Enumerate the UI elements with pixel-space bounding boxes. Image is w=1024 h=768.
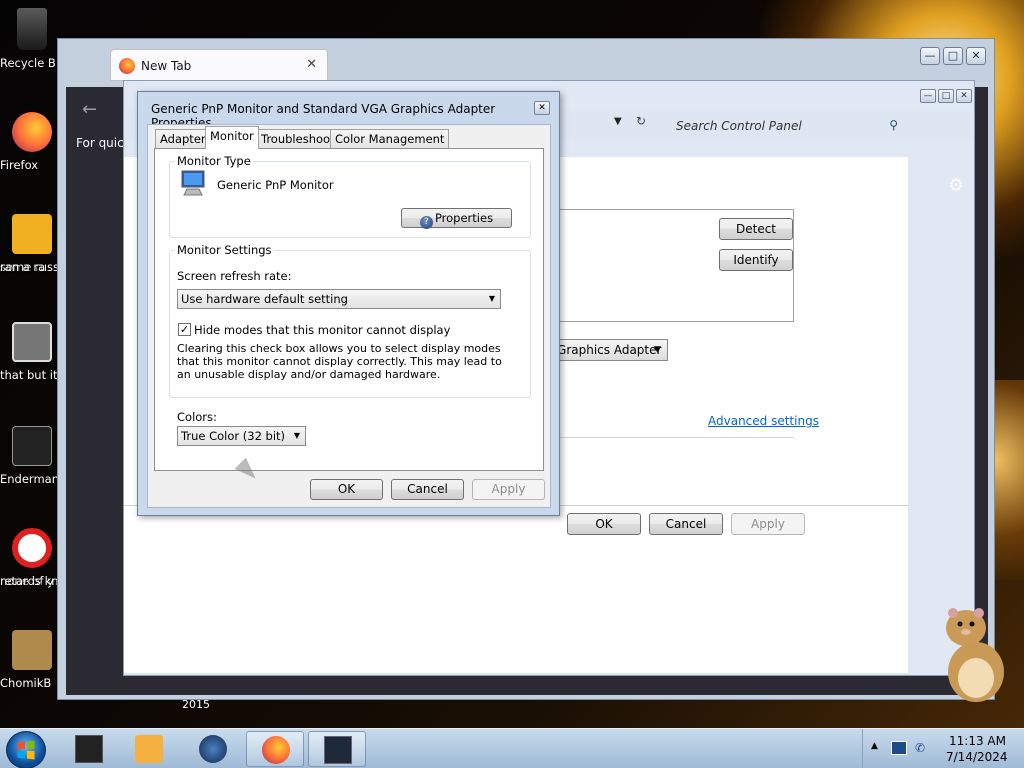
desktop-icon-label: Firefox — [0, 158, 39, 172]
cp-minimize-button[interactable]: — — [920, 89, 936, 103]
media-player-icon — [135, 735, 163, 763]
desktop-icon-enderman[interactable]: Enderman — [0, 426, 64, 486]
minimize-button[interactable]: — — [920, 47, 940, 65]
chevron-down-icon: ▼ — [293, 431, 300, 440]
properties-button[interactable]: ? Properties — [401, 208, 512, 229]
cp-maximize-button[interactable]: □ — [938, 89, 954, 103]
windows-logo-icon — [17, 740, 35, 760]
clock-time[interactable]: 11:13 AM — [949, 734, 1006, 748]
properties-label: Properties — [434, 211, 494, 225]
taskbar-item-globe[interactable] — [184, 731, 242, 767]
dialog-close-button[interactable]: ✕ — [534, 101, 550, 115]
network-icon[interactable]: ✆ — [915, 741, 931, 755]
refresh-rate-value: Use hardware default setting — [181, 292, 348, 306]
firefox-icon — [119, 58, 135, 74]
desktop-icon-recycle-bin[interactable]: Recycle B — [0, 8, 64, 70]
monitor-settings-label: Monitor Settings — [175, 243, 274, 257]
hide-modes-checkbox[interactable]: ✓ — [178, 323, 191, 336]
refresh-rate-label: Screen refresh rate: — [177, 269, 292, 283]
hide-modes-label[interactable]: Hide modes that this monitor cannot disp… — [194, 323, 450, 337]
display-tray-icon[interactable] — [891, 741, 907, 755]
start-button[interactable] — [6, 731, 46, 768]
back-arrow-icon[interactable]: ← — [82, 99, 97, 120]
properties-dialog: Generic PnP Monitor and Standard VGA Gra… — [137, 91, 560, 516]
combo-value: A Graphics Adapter — [545, 343, 662, 357]
detect-button[interactable]: Detect — [719, 218, 793, 240]
shield-icon: ? — [419, 216, 433, 229]
file-icon — [12, 214, 52, 254]
monitor-icon — [181, 170, 205, 196]
firefox-icon — [262, 736, 290, 764]
recycle-bin-icon — [17, 8, 47, 50]
taskbar-item-media[interactable] — [120, 731, 178, 767]
search-icon: ⚲ — [889, 118, 898, 132]
desktop-icon-firefox[interactable]: Firefox — [0, 112, 64, 172]
opera-icon — [12, 528, 52, 568]
close-button[interactable]: ✕ — [966, 47, 986, 65]
monitor-tab-page: Monitor Type Generic PnP Monitor ? Proper… — [154, 148, 544, 471]
refresh-rate-select[interactable]: Use hardware default setting ▼ — [177, 289, 501, 309]
display-adapter-combo[interactable]: A Graphics Adapter ▼ — [544, 339, 668, 361]
identify-button[interactable]: Identify — [719, 249, 793, 271]
colors-value: True Color (32 bit) — [181, 429, 286, 443]
cp-close-button[interactable]: ✕ — [956, 89, 972, 103]
dialog-apply-button[interactable]: Apply — [472, 479, 545, 500]
divider — [544, 437, 794, 438]
tray-expand-icon[interactable]: ▲ — [871, 741, 887, 755]
tab-new-tab[interactable]: New Tab ✕ — [110, 49, 328, 81]
monitor-name: Generic PnP Monitor — [217, 178, 334, 192]
desktop-icon-some-russ[interactable]: some russ ran a ra — [0, 214, 64, 274]
desktop-icon-that-but-its[interactable]: that but its — [0, 322, 64, 382]
hamster-gadget-icon[interactable] — [938, 604, 1008, 704]
desktop-icon-label-line2: retards kn — [0, 574, 59, 588]
refresh-icon[interactable]: ↻ — [636, 114, 646, 128]
tab-monitor[interactable]: Monitor — [205, 126, 259, 149]
folder-stack-icon — [12, 322, 52, 362]
desktop-icon-label: Enderman — [0, 472, 59, 486]
dialog-cancel-button[interactable]: Cancel — [391, 479, 464, 500]
desktop-icon-label: that but its — [0, 368, 64, 382]
hamster-file-icon — [12, 630, 52, 670]
dialog-ok-button[interactable]: OK — [310, 479, 383, 500]
warning-text: Clearing this check box allows you to se… — [177, 342, 502, 381]
gear-icon[interactable]: ⚙ — [948, 175, 1020, 196]
search-input[interactable]: Search Control Panel ⚲ — [664, 116, 904, 138]
tab-troubleshoot[interactable]: Troubleshoot — [256, 129, 340, 148]
globe-icon — [199, 735, 227, 763]
monitor-icon — [324, 736, 352, 764]
tab-adapter[interactable]: Adapter — [155, 129, 211, 148]
search-placeholder: Search Control Panel — [676, 119, 802, 133]
terminal-icon — [75, 735, 103, 763]
colors-select[interactable]: True Color (32 bit) ▼ — [177, 426, 306, 446]
taskbar: ▲ ✆ 11:13 AM 7/14/2024 — [0, 728, 1024, 768]
desktop-icon-label: ChomikB — [0, 676, 52, 690]
firefox-icon — [12, 112, 52, 152]
cp-ok-button[interactable]: OK — [567, 513, 641, 535]
chevron-down-icon: ▼ — [654, 345, 661, 355]
cp-apply-button[interactable]: Apply — [731, 513, 805, 535]
address-dropdown-icon[interactable]: ▼ — [614, 116, 622, 127]
window-icon — [12, 426, 52, 466]
maximize-button[interactable]: □ — [943, 47, 963, 65]
clock-date[interactable]: 7/14/2024 — [946, 750, 1008, 764]
tab-color-management[interactable]: Color Management — [330, 129, 450, 148]
taskbar-item-firefox[interactable] — [246, 731, 304, 767]
desktop-icon-none-of[interactable]: none of y retards kn — [0, 528, 64, 588]
colors-label: Colors: — [177, 410, 217, 424]
chevron-down-icon: ▼ — [488, 294, 495, 303]
system-tray: ▲ ✆ 11:13 AM 7/14/2024 — [862, 729, 1024, 768]
monitor-type-label: Monitor Type — [175, 154, 253, 168]
advanced-settings-link[interactable]: Advanced settings — [708, 414, 819, 428]
cp-cancel-button[interactable]: Cancel — [649, 513, 723, 535]
tab-close-icon[interactable]: ✕ — [306, 57, 317, 72]
taskbar-item-display[interactable] — [308, 731, 366, 767]
desktop-icon-label: Recycle B — [0, 56, 56, 70]
tab-title: New Tab — [141, 59, 192, 73]
desktop-icon-chomik[interactable]: ChomikB — [0, 630, 64, 690]
taskbar-item-explorer[interactable] — [60, 731, 118, 767]
desktop-icon-label-line2: ran a ra — [0, 260, 46, 274]
